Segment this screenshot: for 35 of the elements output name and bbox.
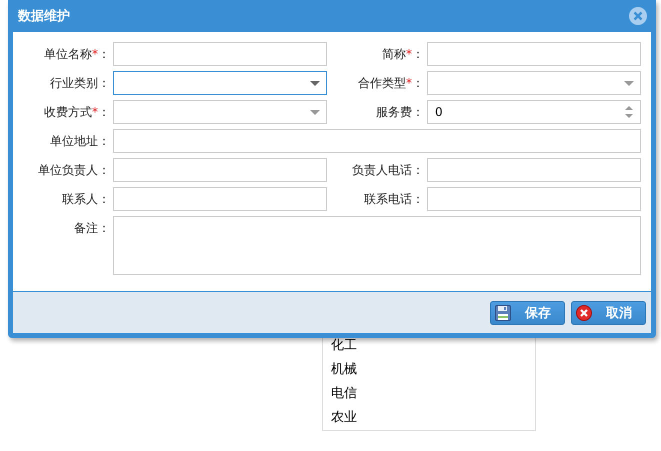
field-label: 备注：: [73, 220, 110, 237]
window-title: 数据维护: [18, 8, 70, 25]
spinner-icon: [624, 105, 634, 119]
field-label: 合作类型*：: [357, 75, 424, 92]
dropdown-option[interactable]: 电信: [323, 382, 535, 406]
number-field[interactable]: 0: [427, 100, 641, 124]
dropdown-option[interactable]: 农业: [323, 406, 535, 430]
dropdown-field[interactable]: [113, 100, 327, 124]
dropdown-option[interactable]: 化工: [323, 334, 535, 358]
field-label: 简称*：: [381, 46, 424, 63]
input-field[interactable]: [427, 187, 641, 211]
caret-icon: [624, 80, 634, 86]
dropdown-field[interactable]: [113, 71, 327, 95]
field-label: 收费方式*：: [43, 104, 110, 121]
close-icon[interactable]: [629, 7, 647, 25]
field-label: 联系电话：: [363, 191, 424, 208]
input-field[interactable]: [427, 158, 641, 182]
field-label: 单位负责人：: [37, 162, 110, 179]
field-label: 行业类别：: [49, 75, 110, 92]
input-field[interactable]: [113, 187, 327, 211]
field-label: 负责人电话：: [351, 162, 424, 179]
input-field[interactable]: [113, 158, 327, 182]
input-field[interactable]: [113, 42, 327, 66]
field-label: 单位名称*：: [43, 46, 110, 63]
dropdown-field[interactable]: [427, 71, 641, 95]
caret-icon: [310, 110, 320, 114]
text-area[interactable]: [113, 216, 641, 275]
field-label: 联系人：: [61, 191, 110, 208]
cancel-icon: [576, 304, 592, 320]
dropdown-option[interactable]: 机械: [323, 358, 535, 382]
input-field[interactable]: [113, 129, 641, 153]
field-label: 单位地址：: [49, 133, 110, 150]
input-field[interactable]: [427, 42, 641, 66]
caret-icon: [310, 80, 320, 86]
field-label: 服务费：: [375, 104, 424, 121]
